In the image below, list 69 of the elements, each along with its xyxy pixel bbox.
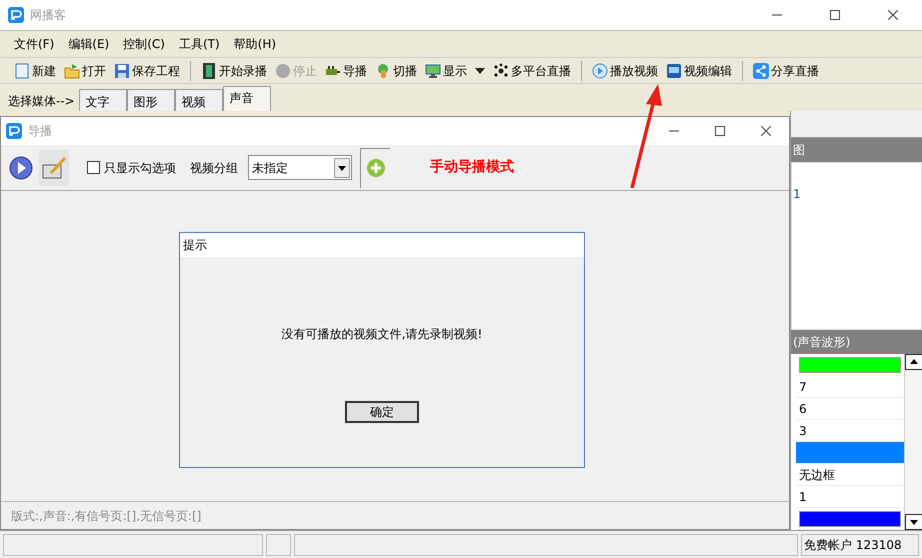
scroll-down-icon[interactable]: [905, 514, 922, 530]
dots-icon: [493, 62, 509, 78]
play-icon: [9, 156, 33, 180]
media-tab[interactable]: 图形: [126, 89, 175, 111]
film-pencil-icon: [41, 154, 67, 180]
group-select[interactable]: 未指定: [248, 155, 352, 180]
status-text: 版式:,声音:,有信号页:[],无信号页:[]: [11, 508, 202, 524]
color-swatch[interactable]: [799, 510, 901, 526]
property-value: 1: [799, 488, 807, 506]
property-value: 6: [799, 400, 807, 418]
toolbar-button[interactable]: 显示: [421, 60, 471, 82]
menu-item[interactable]: 控制(C): [121, 35, 167, 53]
play-icon: [592, 62, 608, 78]
media-label: 选择媒体-->: [8, 93, 75, 110]
menu-item[interactable]: 文件(F): [12, 35, 56, 53]
mode-label: 手动导播模式: [430, 158, 514, 177]
toolbar-button[interactable]: 分享直播: [749, 60, 823, 82]
media-tab[interactable]: 声音: [222, 86, 271, 111]
circle-icon: [275, 62, 291, 78]
property-value: 3: [799, 422, 807, 440]
filter-checkbox[interactable]: 只显示勾选项: [87, 158, 176, 176]
status-panel: [266, 534, 291, 556]
view-item[interactable]: 1: [793, 184, 921, 203]
add-button[interactable]: [360, 148, 390, 188]
panel-header: 图: [791, 138, 922, 162]
monitor-icon: [425, 62, 441, 78]
menu-item[interactable]: 编辑(E): [66, 35, 112, 53]
caret-icon[interactable]: [475, 66, 485, 74]
window-title: 网播客: [30, 7, 67, 24]
message-title: 提示: [180, 233, 584, 257]
document-icon: [14, 62, 30, 78]
dialog-title: 导播: [28, 123, 53, 140]
app-logo-icon: [6, 123, 22, 139]
toolbar-button[interactable]: 打开: [60, 60, 110, 82]
menu-item[interactable]: 工具(T): [176, 35, 222, 53]
account-status: 免费帐户 123108: [801, 534, 919, 556]
media-tab[interactable]: 文字: [78, 89, 127, 111]
message-text: 没有可播放的视频文件,请先录制视频!: [282, 326, 482, 343]
toolbar-button[interactable]: 保存工程: [110, 60, 184, 82]
scrollbar[interactable]: [904, 354, 922, 530]
edit-button[interactable]: [39, 150, 69, 186]
group-label: 视频分组: [190, 160, 238, 176]
property-value: 无边框: [799, 466, 835, 484]
toolbar-button[interactable]: 切播: [371, 60, 421, 82]
toolbar-button[interactable]: 新建: [10, 60, 60, 82]
toolbar-button[interactable]: 多平台直播: [489, 60, 575, 82]
toolbar-button[interactable]: 导播: [321, 60, 371, 82]
toolbar-button[interactable]: 视频编辑: [662, 60, 736, 82]
toolbar-button[interactable]: 开始录播: [197, 60, 271, 82]
maximize-icon: [830, 10, 840, 20]
close-icon: [761, 126, 771, 136]
ok-button[interactable]: 确定: [345, 401, 419, 423]
media-tab[interactable]: 视频: [174, 89, 223, 111]
dropdown-icon: [334, 158, 350, 178]
toolbar-button[interactable]: 播放视频: [588, 60, 662, 82]
floppy-icon: [114, 62, 130, 78]
color-swatch[interactable]: [799, 356, 901, 372]
share-icon: [753, 62, 769, 78]
scroll-up-icon[interactable]: [905, 354, 922, 370]
app-logo-icon: [8, 7, 24, 23]
maximize-icon: [715, 126, 725, 136]
screen-icon: [666, 62, 682, 78]
close-icon: [888, 10, 898, 20]
property-value: 7: [799, 378, 807, 396]
folder-icon: [64, 62, 80, 78]
film-icon: [201, 62, 217, 78]
menu-item[interactable]: 帮助(H): [232, 35, 278, 53]
plus-icon: [366, 158, 386, 178]
panel-header: (声音波形): [791, 330, 922, 354]
